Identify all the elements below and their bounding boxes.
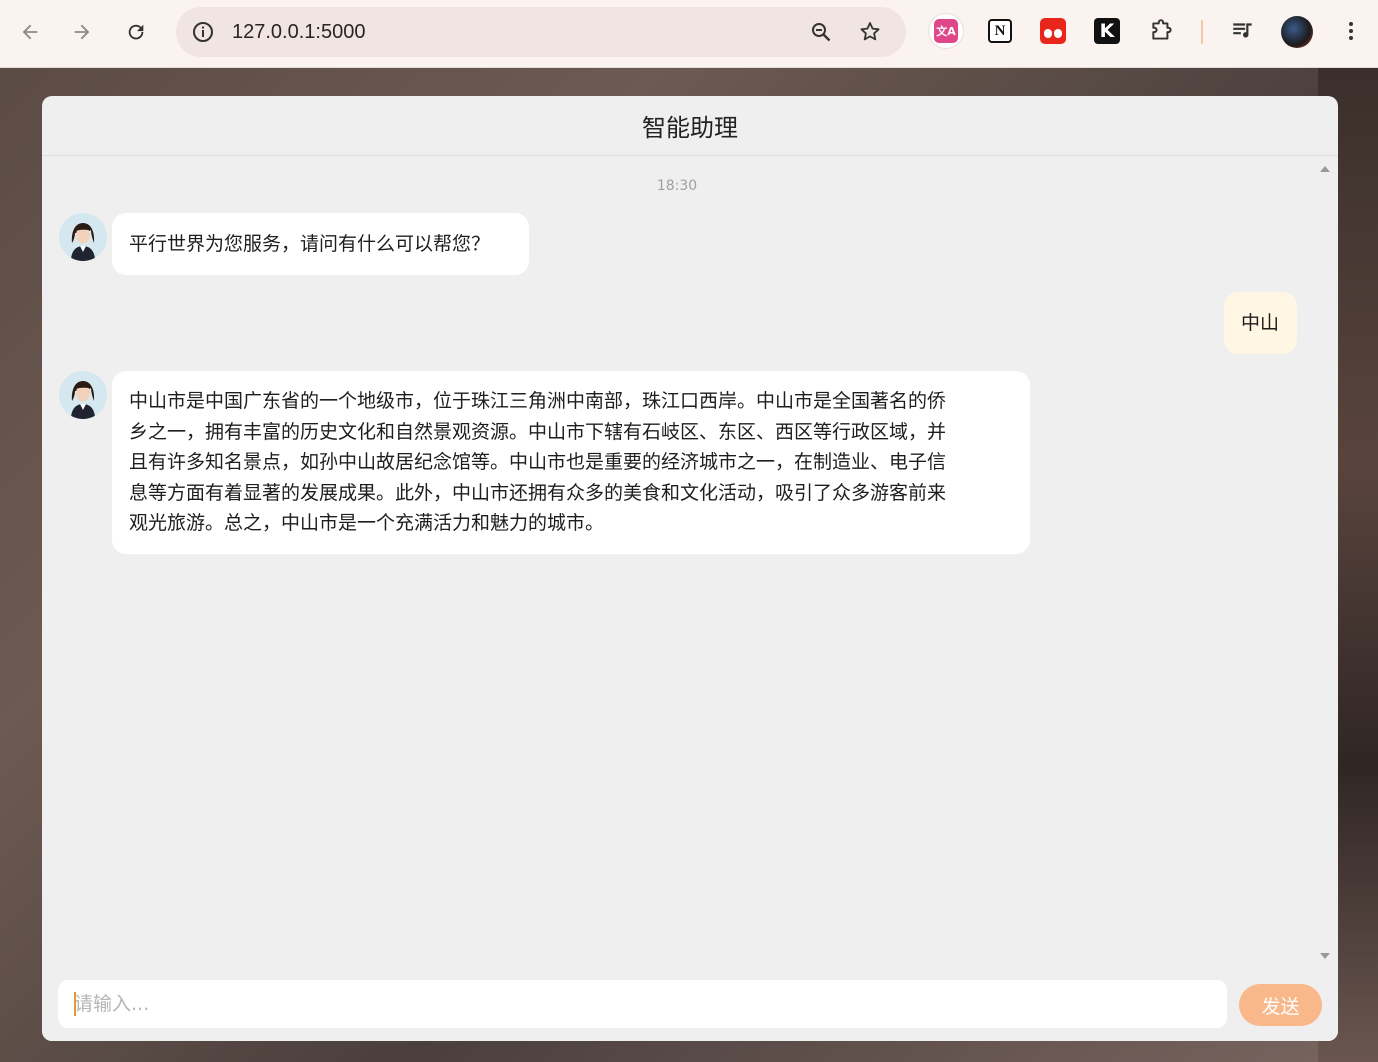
chat-title: 智能助理 bbox=[42, 96, 1338, 156]
profile-avatar[interactable] bbox=[1281, 16, 1313, 48]
message-timestamp: 18:30 bbox=[656, 178, 698, 194]
message-line: 息等方面有着显著的发展成果。此外，中山市还拥有众多的美食和文化活动，吸引了众多游… bbox=[129, 481, 947, 504]
assistant-message: 中山市是中国广东省的一个地级市，位于珠江三角洲中南部，珠江口西岸。中山市是全国著… bbox=[112, 371, 1030, 554]
k-extension-icon[interactable]: K bbox=[1092, 16, 1122, 46]
user-message: 中山 bbox=[1224, 292, 1297, 354]
scroll-down-arrow-icon[interactable] bbox=[1320, 953, 1330, 959]
send-button[interactable]: 发送 bbox=[1239, 984, 1322, 1026]
composer: 发送 bbox=[42, 968, 1338, 1041]
assistant-message: 平行世界为您服务，请问有什么可以帮您？ bbox=[112, 213, 529, 275]
translate-extension-icon[interactable]: 文A bbox=[929, 14, 963, 48]
message-text: 平行世界为您服务，请问有什么可以帮您？ bbox=[129, 233, 491, 255]
assistant-avatar bbox=[59, 213, 107, 261]
puzzle-icon[interactable] bbox=[1147, 16, 1177, 46]
message-text: 中山 bbox=[1241, 312, 1280, 334]
message-input[interactable] bbox=[58, 980, 1227, 1028]
message-line: 观光旅游。总之，中山市是一个充满活力和魅力的城市。 bbox=[129, 512, 605, 534]
site-info-icon[interactable] bbox=[188, 17, 218, 47]
address-bar[interactable]: 127.0.0.1:5000 bbox=[176, 7, 906, 57]
arrow-left-icon bbox=[22, 24, 38, 40]
browser-toolbar: 127.0.0.1:5000 文A N K bbox=[0, 0, 1378, 68]
forward-button[interactable] bbox=[66, 14, 98, 50]
bookmark-star-icon[interactable] bbox=[857, 19, 883, 45]
reload-button[interactable] bbox=[120, 14, 152, 50]
zoom-icon[interactable] bbox=[808, 19, 834, 45]
reload-icon bbox=[128, 24, 144, 40]
scroll-up-arrow-icon[interactable] bbox=[1320, 166, 1330, 172]
notion-icon[interactable]: N bbox=[985, 16, 1015, 46]
menu-kebab-icon[interactable] bbox=[1336, 16, 1366, 46]
arrow-right-icon bbox=[74, 24, 90, 40]
url-text[interactable]: 127.0.0.1:5000 bbox=[232, 21, 365, 44]
back-button[interactable] bbox=[14, 14, 46, 50]
text-caret bbox=[74, 992, 76, 1016]
message-input-wrapper[interactable] bbox=[58, 980, 1227, 1028]
message-line: 中山市是中国广东省的一个地级市，位于珠江三角洲中南部，珠江口西岸。中山市是全国著… bbox=[129, 390, 947, 412]
chat-window: 智能助理 18:30 平行世界为您服务，请问有什么可以帮您？ 中山 中山市是中国… bbox=[42, 96, 1338, 1041]
message-line: 且有许多知名景点，如孙中山故居纪念馆等。中山市也是重要的经济城市之一，在制造业、… bbox=[129, 451, 947, 473]
message-list[interactable]: 18:30 平行世界为您服务，请问有什么可以帮您？ 中山 中山市是中国广东省的一… bbox=[42, 156, 1338, 967]
media-control-icon[interactable] bbox=[1228, 16, 1258, 46]
tab-extension-icon[interactable] bbox=[1038, 16, 1068, 46]
toolbar-divider bbox=[1201, 20, 1203, 44]
message-line: 乡之一，拥有丰富的历史文化和自然景观资源。中山市下辖有石岐区、东区、西区等行政区… bbox=[129, 420, 947, 443]
assistant-avatar bbox=[59, 371, 107, 419]
